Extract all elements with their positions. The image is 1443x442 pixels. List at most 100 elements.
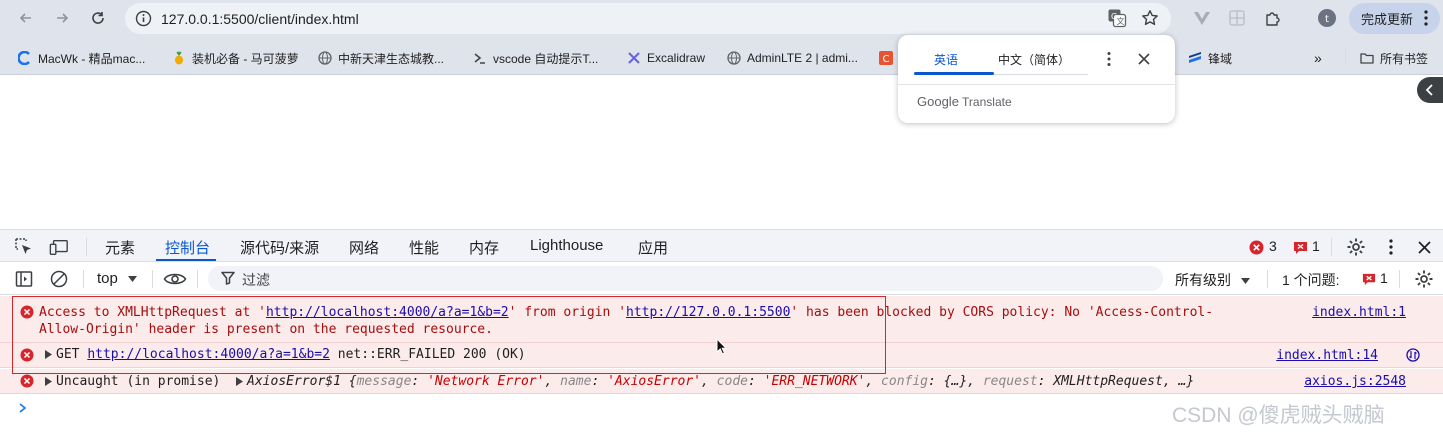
svg-text:文: 文 — [1117, 16, 1125, 26]
side-panel-toggle[interactable] — [1417, 77, 1443, 103]
globe-icon — [318, 51, 332, 65]
translate-page-button[interactable]: G文 — [1105, 6, 1129, 30]
network-request-icon[interactable] — [1406, 348, 1420, 362]
context-selector[interactable]: top — [97, 270, 138, 287]
svg-text:t: t — [1325, 14, 1329, 25]
console-toolbar: top 过滤 所有级别 1 个问题: 1 — [0, 262, 1443, 295]
chevron-left-icon — [1425, 84, 1433, 96]
source-link[interactable]: index.html:1 — [1312, 305, 1406, 320]
extension-vue-button[interactable] — [1190, 6, 1214, 30]
puzzle-icon — [1266, 12, 1280, 26]
tab-source-language[interactable]: 英语 — [934, 51, 958, 68]
log-levels-dropdown[interactable]: 所有级别 — [1175, 270, 1250, 290]
expand-triangle-icon[interactable] — [236, 377, 244, 386]
vscode-icon — [474, 53, 485, 64]
filter-input[interactable]: 过滤 — [208, 266, 1163, 291]
sidebar-toggle-button[interactable] — [14, 269, 34, 289]
bookmarks-overflow-button[interactable]: » — [1314, 49, 1322, 67]
divider — [1399, 270, 1400, 288]
reload-icon — [92, 12, 104, 24]
tab-lighthouse[interactable]: Lighthouse — [530, 237, 603, 254]
tab-target-language[interactable]: 中文（简体） — [998, 51, 1070, 68]
translate-icon: G文 — [1108, 9, 1127, 28]
excalidraw-icon — [628, 52, 640, 64]
expand-triangle-icon[interactable] — [45, 377, 52, 386]
fengyu-icon — [1189, 52, 1201, 63]
forward-button[interactable] — [50, 6, 74, 30]
active-tab-indicator — [914, 72, 994, 75]
extension-grid-icon — [1229, 10, 1245, 26]
macwk-icon — [18, 51, 30, 65]
filter-icon — [221, 271, 235, 285]
active-tab-indicator — [156, 259, 216, 261]
bookmark-item[interactable]: 装机必备 - 马可菠萝 — [172, 49, 299, 67]
divider — [898, 84, 1175, 85]
close-icon[interactable] — [1138, 53, 1150, 65]
pineapple-icon — [175, 51, 183, 65]
devtools-menu-button[interactable] — [1381, 237, 1401, 257]
issues-link[interactable]: 1 个问题: — [1282, 270, 1340, 290]
eye-icon — [163, 273, 187, 285]
error-icon — [1249, 240, 1264, 255]
device-toolbar-button[interactable] — [49, 237, 69, 257]
bookmark-item[interactable]: 中新天津生态城教... — [318, 49, 444, 67]
tab-performance[interactable]: 性能 — [409, 237, 439, 258]
console-settings-button[interactable] — [1414, 269, 1434, 289]
menu-dots-icon — [1424, 10, 1428, 26]
chevron-down-icon — [128, 276, 138, 283]
issue-icon — [1294, 242, 1307, 254]
device-icon — [49, 239, 68, 255]
source-link[interactable]: axios.js:2548 — [1304, 374, 1406, 389]
inspect-icon — [15, 238, 31, 254]
bookmark-item[interactable]: Excalidraw — [627, 49, 705, 67]
tab-network[interactable]: 网络 — [349, 237, 379, 258]
google-translate-brand: Google Translate — [917, 94, 1012, 109]
all-bookmarks-button[interactable]: 所有书签 — [1360, 49, 1428, 67]
back-button[interactable] — [14, 6, 38, 30]
address-bar[interactable]: 127.0.0.1:5500/client/index.html — [125, 3, 1171, 34]
menu-dots-icon — [1389, 239, 1393, 255]
tab-memory[interactable]: 内存 — [469, 237, 499, 258]
bookmark-item[interactable]: C — [879, 49, 899, 67]
avatar: t — [1318, 9, 1336, 27]
tab-application[interactable]: 应用 — [638, 237, 668, 258]
bookmark-item[interactable]: 锋域 — [1188, 49, 1232, 67]
bookmark-star-button[interactable] — [1138, 6, 1162, 30]
bookmark-item[interactable]: MacWk - 精品mac... — [18, 49, 145, 67]
c-logo-icon: C — [879, 51, 893, 65]
close-icon — [1417, 240, 1431, 254]
error-icon — [20, 374, 34, 388]
update-label: 完成更新 — [1361, 12, 1414, 27]
translate-popup: 英语 中文（简体） Google Translate — [898, 35, 1175, 123]
divider — [1267, 270, 1268, 288]
tab-sources[interactable]: 源代码/来源 — [240, 237, 319, 258]
profile-button[interactable]: t — [1315, 6, 1339, 30]
close-devtools-button[interactable] — [1414, 237, 1434, 257]
divider — [1345, 48, 1346, 64]
star-icon — [1142, 10, 1158, 26]
vue-devtools-icon — [1194, 12, 1210, 25]
bookmark-item[interactable]: vscode 自动提示T... — [473, 49, 598, 67]
divider — [197, 270, 198, 288]
reload-button[interactable] — [86, 6, 110, 30]
clear-console-button[interactable] — [49, 269, 69, 289]
bookmark-item[interactable]: AdminLTE 2 | admi... — [727, 49, 858, 67]
info-icon[interactable] — [135, 10, 152, 27]
mouse-cursor-icon — [716, 338, 727, 355]
settings-button[interactable] — [1346, 237, 1366, 257]
clear-icon — [50, 270, 68, 288]
extension-grid-button[interactable] — [1225, 6, 1249, 30]
tab-console[interactable]: 控制台 — [165, 237, 210, 258]
live-expression-button[interactable] — [163, 269, 187, 289]
issue-icon — [1362, 273, 1376, 286]
tab-elements[interactable]: 元素 — [105, 237, 135, 258]
inspect-element-button[interactable] — [14, 237, 34, 257]
globe-icon — [727, 51, 741, 65]
devtools-tab-bar: 元素 控制台 源代码/来源 网络 性能 内存 Lighthouse 应用 3 1 — [0, 229, 1443, 262]
source-link[interactable]: index.html:14 — [1276, 348, 1378, 363]
divider — [1331, 238, 1332, 256]
translate-options-icon[interactable] — [1107, 51, 1111, 67]
update-button[interactable]: 完成更新 — [1349, 3, 1440, 34]
extensions-button[interactable] — [1261, 6, 1285, 30]
console-prompt-icon[interactable] — [18, 402, 27, 414]
